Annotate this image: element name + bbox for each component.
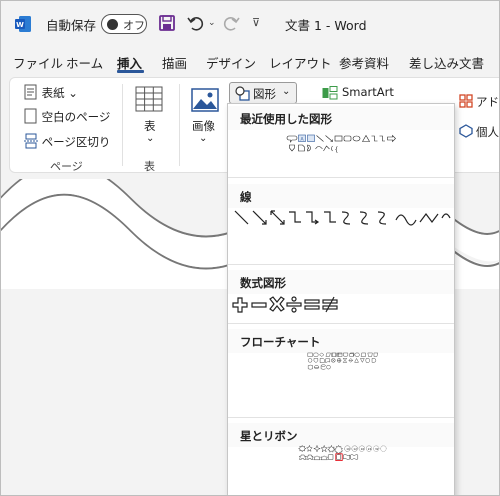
lines-gallery[interactable] xyxy=(232,208,454,228)
menu-divider xyxy=(228,417,454,418)
svg-text:{: { xyxy=(335,147,339,154)
stars-ribbons-title: 星とリボン xyxy=(240,429,298,443)
active-tab-indicator xyxy=(117,70,144,73)
lines-header: 線 xyxy=(228,184,454,208)
cover-page-button[interactable]: 表紙 ⌄ xyxy=(24,84,78,101)
addins-icon[interactable] xyxy=(459,94,473,108)
blank-page-icon xyxy=(24,108,37,124)
table-dropdown-icon[interactable]: ⌄ xyxy=(146,133,154,144)
shapes-dropdown-menu: 最近使用した図形 A {線 数式図形 フローチャート 星とリボン 10 12 … xyxy=(227,103,455,495)
save-icon[interactable] xyxy=(158,14,176,32)
smartart-label[interactable]: SmartArt xyxy=(342,85,394,99)
autosave-label: 自動保存 xyxy=(46,18,97,33)
ribbon-separator xyxy=(179,84,180,166)
menu-divider xyxy=(228,264,454,265)
ribbon-tabs: ファイル ホーム 挿入 描画 デザイン レイアウト 参考資料 差し込み文書 xyxy=(1,45,499,75)
tab-layout[interactable]: レイアウト xyxy=(269,53,332,72)
svg-text:W: W xyxy=(16,21,24,29)
flowchart-title: フローチャート xyxy=(240,335,321,349)
redo-icon[interactable] xyxy=(221,13,241,33)
smartart-icon[interactable] xyxy=(322,86,338,100)
page-break-label: ページ区切り xyxy=(41,135,111,149)
personal-addins-label[interactable]: 個人 xyxy=(476,124,499,140)
cover-page-icon xyxy=(24,84,37,100)
table-button-label[interactable]: 表 xyxy=(144,118,156,134)
addins-label[interactable]: アド xyxy=(476,94,499,110)
pages-group-label: ページ xyxy=(50,160,83,173)
svg-text:32: 32 xyxy=(375,447,379,451)
ribbon-separator xyxy=(122,84,123,166)
tab-references[interactable]: 参考資料 xyxy=(339,53,389,72)
picture-dropdown-icon[interactable]: ⌄ xyxy=(199,133,207,144)
recent-shapes-title: 最近使用した図形 xyxy=(240,112,332,126)
undo-dropdown-icon[interactable]: ⌄ xyxy=(208,18,216,28)
equation-shapes-title: 数式図形 xyxy=(240,276,286,290)
customize-qat-icon[interactable]: ⊽ xyxy=(252,16,260,29)
svg-text:16: 16 xyxy=(361,447,365,451)
cover-page-label: 表紙 xyxy=(41,86,65,100)
document-title: 文書 1 - Word xyxy=(285,18,367,33)
equation-shapes-header: 数式図形 xyxy=(228,270,454,294)
word-window: W 自動保存 オフ ⌄ ⊽ 文書 1 - Word ファイル ホーム 挿入 描画… xyxy=(0,0,500,496)
toggle-knob xyxy=(107,19,118,30)
title-bar: W 自動保存 オフ ⌄ ⊽ 文書 1 - Word xyxy=(1,1,499,45)
flowchart-gallery[interactable] xyxy=(232,352,454,372)
autosave-state: オフ xyxy=(123,19,145,32)
tab-mailings[interactable]: 差し込み文書 xyxy=(409,53,484,72)
picture-button-label[interactable]: 画像 xyxy=(192,118,215,134)
page-break-icon xyxy=(24,133,38,149)
svg-text:12: 12 xyxy=(353,447,357,451)
picture-icon[interactable] xyxy=(191,88,219,112)
personal-addins-icon[interactable] xyxy=(459,124,473,138)
shapes-label: 図形 xyxy=(253,87,276,101)
recent-shapes-header: 最近使用した図形 xyxy=(228,106,454,130)
stars-ribbons-gallery[interactable]: 10 12 16 24 32 xyxy=(232,445,454,465)
tab-draw[interactable]: 描画 xyxy=(162,53,187,72)
svg-text:24: 24 xyxy=(368,447,372,451)
blank-page-label: 空白のページ xyxy=(41,110,111,124)
flowchart-header: フローチャート xyxy=(228,329,454,353)
tab-file[interactable]: ファイル xyxy=(13,53,63,72)
undo-icon[interactable] xyxy=(186,13,206,33)
blank-page-button[interactable]: 空白のページ xyxy=(24,108,110,125)
shapes-icon xyxy=(235,86,250,101)
menu-divider xyxy=(228,177,454,178)
table-icon[interactable] xyxy=(135,86,163,112)
menu-divider xyxy=(228,323,454,324)
autosave-toggle[interactable]: オフ xyxy=(101,14,147,34)
shapes-button[interactable]: 図形 ⌄ xyxy=(229,82,297,104)
stars-ribbons-header: 星とリボン xyxy=(228,423,454,447)
svg-text:10: 10 xyxy=(346,447,350,451)
tab-design[interactable]: デザイン xyxy=(206,53,256,72)
lines-title: 線 xyxy=(240,190,252,204)
tab-home[interactable]: ホーム xyxy=(66,53,103,72)
equation-shapes-gallery[interactable] xyxy=(232,295,454,315)
tables-group-label: 表 xyxy=(144,160,155,173)
recent-shapes-gallery[interactable]: A { xyxy=(232,134,454,154)
page-break-button[interactable]: ページ区切り xyxy=(24,133,110,150)
chevron-down-icon: ⌄ xyxy=(282,86,291,97)
word-logo-icon: W xyxy=(15,16,31,32)
